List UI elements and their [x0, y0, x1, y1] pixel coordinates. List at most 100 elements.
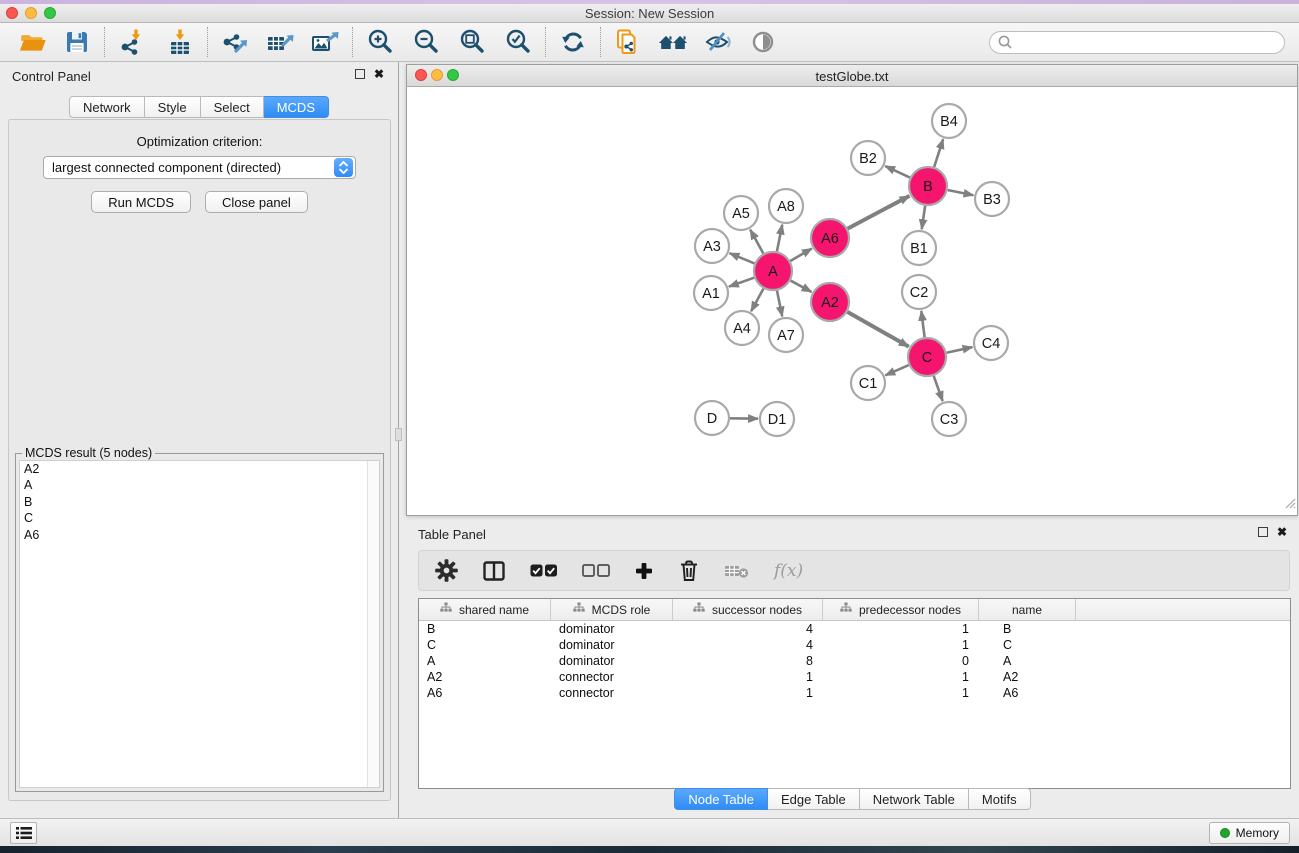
- export-image-icon[interactable]: [310, 27, 340, 57]
- graph-edge-A-A5[interactable]: [750, 230, 763, 254]
- tab-node-table[interactable]: Node Table: [674, 788, 768, 810]
- graph-edge-A-A4[interactable]: [751, 289, 763, 312]
- close-panel-icon[interactable]: ✖: [374, 69, 384, 79]
- graph-edge-B-B4[interactable]: [934, 139, 943, 167]
- float-panel-icon[interactable]: [355, 69, 365, 79]
- open-session-icon[interactable]: [18, 27, 48, 57]
- table-row[interactable]: Cdominator41C: [419, 637, 1290, 653]
- graph-edge-B-B2[interactable]: [885, 166, 910, 178]
- graph-node-A7[interactable]: A7: [769, 318, 803, 352]
- graph-node-B3[interactable]: B3: [975, 182, 1009, 216]
- deselect-all-checkboxes-icon[interactable]: [582, 564, 610, 578]
- hide-labels-eye-icon[interactable]: [703, 27, 733, 57]
- column-header-successor-nodes[interactable]: successor nodes: [673, 599, 823, 620]
- mcds-result-item[interactable]: A2: [20, 461, 379, 477]
- graph-node-A2[interactable]: A2: [811, 283, 849, 321]
- tab-network[interactable]: Network: [69, 96, 145, 118]
- graph-node-B4[interactable]: B4: [932, 104, 966, 138]
- graph-node-A1[interactable]: A1: [694, 276, 728, 310]
- network-canvas[interactable]: B4 B2 B B3 A5 A8A6 A3 B1 A A1 C2 A2 A4 A7 C4 C C1 C3 D D1: [407, 87, 1297, 515]
- graph-node-D1[interactable]: D1: [760, 402, 794, 436]
- split-view-icon[interactable]: [482, 560, 506, 582]
- column-header-shared-name[interactable]: shared name: [419, 599, 551, 620]
- select-all-checkboxes-icon[interactable]: [530, 564, 558, 578]
- zoom-selected-icon[interactable]: [503, 27, 533, 57]
- search-input[interactable]: [989, 31, 1285, 54]
- graph-node-C4[interactable]: C4: [974, 326, 1008, 360]
- close-table-panel-icon[interactable]: ✖: [1277, 527, 1287, 537]
- float-table-panel-icon[interactable]: [1258, 527, 1268, 537]
- graph-edge-B-B3[interactable]: [948, 190, 974, 195]
- mcds-result-list[interactable]: A2ABCA6: [19, 460, 380, 788]
- tab-edge-table[interactable]: Edge Table: [768, 788, 860, 810]
- run-mcds-button[interactable]: Run MCDS: [91, 191, 191, 213]
- tab-network-table[interactable]: Network Table: [860, 788, 969, 810]
- delete-column-trash-icon[interactable]: [678, 559, 700, 582]
- tab-mcds[interactable]: MCDS: [264, 96, 329, 118]
- graph-node-B2[interactable]: B2: [851, 141, 885, 175]
- graph-edge-C-C4[interactable]: [947, 347, 973, 353]
- table-settings-gear-icon[interactable]: [435, 559, 458, 582]
- graph-edge-C-C2[interactable]: [921, 311, 924, 337]
- save-session-icon[interactable]: [62, 27, 92, 57]
- graph-node-B[interactable]: B: [909, 167, 947, 205]
- table-row[interactable]: Adominator80A: [419, 653, 1290, 669]
- tab-style[interactable]: Style: [145, 96, 201, 118]
- refresh-icon[interactable]: [558, 27, 588, 57]
- graph-node-A3[interactable]: A3: [695, 229, 729, 263]
- graph-node-D[interactable]: D: [695, 401, 729, 435]
- graph-node-A8[interactable]: A8: [769, 189, 803, 223]
- import-table-icon[interactable]: [165, 27, 195, 57]
- table-row[interactable]: A6connector11A6: [419, 685, 1290, 701]
- mcds-result-item[interactable]: B: [20, 494, 379, 510]
- export-table-icon[interactable]: [265, 27, 295, 57]
- graph-edge-A-A2[interactable]: [791, 281, 812, 292]
- zoom-fit-icon[interactable]: [457, 27, 487, 57]
- result-scrollbar[interactable]: [367, 461, 379, 787]
- graph-node-C2[interactable]: C2: [902, 275, 936, 309]
- task-history-list-icon[interactable]: [10, 822, 37, 844]
- graph-node-B1[interactable]: B1: [902, 231, 936, 265]
- node-table[interactable]: shared nameMCDS rolesuccessor nodesprede…: [418, 598, 1291, 789]
- column-header-predecessor-nodes[interactable]: predecessor nodes: [823, 599, 979, 620]
- zoom-out-icon[interactable]: [411, 27, 441, 57]
- graph-node-C[interactable]: C: [908, 338, 946, 376]
- graph-edge-A6-B[interactable]: [848, 196, 910, 229]
- graph-node-A4[interactable]: A4: [725, 311, 759, 345]
- resize-grip-icon[interactable]: [1283, 496, 1296, 514]
- panel-splitter-handle[interactable]: [395, 428, 402, 441]
- function-builder-button[interactable]: f(x): [774, 561, 803, 581]
- table-row[interactable]: A2connector11A2: [419, 669, 1290, 685]
- delete-table-icon[interactable]: [724, 562, 750, 580]
- graph-edge-A-A8[interactable]: [777, 225, 782, 252]
- graph-edge-C-C3[interactable]: [934, 376, 943, 401]
- tab-select[interactable]: Select: [201, 96, 264, 118]
- graph-edge-A-A6[interactable]: [790, 249, 812, 261]
- graph-edge-A2-C[interactable]: [847, 312, 908, 347]
- optimization-criterion-select[interactable]: largest connected component (directed): [43, 156, 356, 179]
- copy-network-icon[interactable]: [613, 27, 643, 57]
- graph-node-C1[interactable]: C1: [851, 366, 885, 400]
- tab-motifs[interactable]: Motifs: [969, 788, 1031, 810]
- mcds-result-item[interactable]: A: [20, 477, 379, 493]
- home-icon[interactable]: [658, 27, 688, 57]
- close-panel-button[interactable]: Close panel: [205, 191, 308, 213]
- import-network-icon[interactable]: [117, 27, 147, 57]
- show-graphics-eye-icon[interactable]: [748, 27, 778, 57]
- memory-button[interactable]: Memory: [1209, 822, 1290, 844]
- graph-edge-C-C1[interactable]: [885, 365, 908, 375]
- graph-node-A5[interactable]: A5: [724, 196, 758, 230]
- graph-node-C3[interactable]: C3: [932, 402, 966, 436]
- add-column-plus-icon[interactable]: [634, 561, 654, 581]
- column-header-name[interactable]: name: [979, 599, 1076, 620]
- network-window-titlebar[interactable]: testGlobe.txt: [407, 65, 1297, 87]
- graph-edge-A-A1[interactable]: [729, 278, 754, 287]
- graph-edge-A-A3[interactable]: [730, 253, 755, 263]
- mcds-result-item[interactable]: A6: [20, 527, 379, 543]
- mcds-result-item[interactable]: C: [20, 510, 379, 526]
- graph-node-A[interactable]: A: [754, 252, 792, 290]
- graph-edge-A-A7[interactable]: [777, 291, 782, 317]
- table-row[interactable]: Bdominator41B: [419, 621, 1290, 637]
- graph-node-A6[interactable]: A6: [811, 219, 849, 257]
- column-header-MCDS-role[interactable]: MCDS role: [551, 599, 673, 620]
